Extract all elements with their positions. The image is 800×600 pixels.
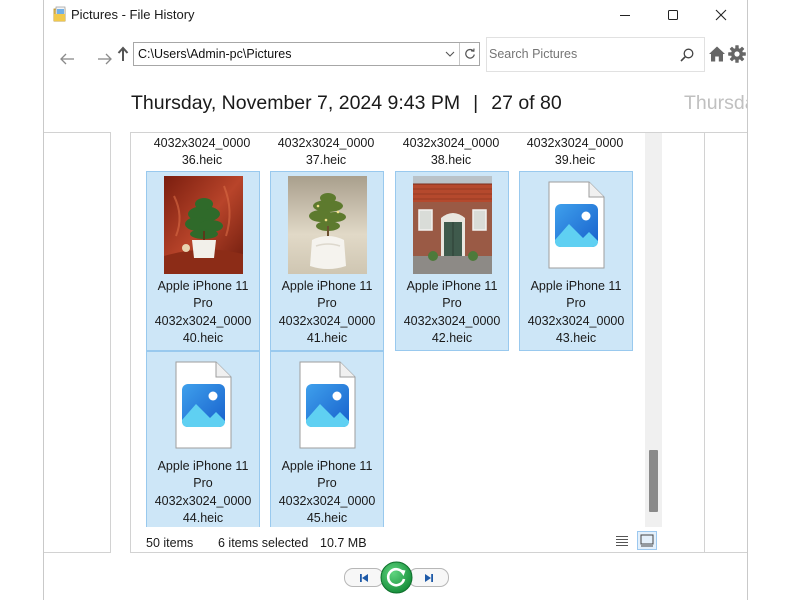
file-label: Apple iPhone 11 Pro 4032x3024_0000 40.heic (154, 279, 252, 345)
backup-date: Thursday, November 7, 2024 9:43 PM (131, 92, 461, 114)
file-tile-37[interactable]: 4032x3024_0000 37.heic (270, 133, 384, 171)
file-history-app-icon (53, 6, 66, 22)
file-label: Apple iPhone 11 Pro 4032x3024_0000 45.heic (278, 459, 376, 525)
address-history-dropdown[interactable] (442, 43, 458, 65)
image-file-icon (548, 181, 605, 269)
gear-icon[interactable] (727, 44, 747, 64)
next-backup-date-partial: Thursda (684, 92, 747, 114)
large-icons-view-icon (640, 534, 654, 547)
address-bar[interactable]: C:\Users\Admin-pc\Pictures (133, 42, 480, 66)
title-bar: Pictures - File History (44, 0, 747, 30)
file-history-window: Pictures - File History C:\Users\Admin-p… (43, 0, 748, 600)
up-folder-button[interactable] (115, 44, 131, 64)
maximize-button[interactable] (649, 0, 697, 30)
selected-count: 6 items selected (218, 536, 309, 550)
file-tile-42[interactable]: Apple iPhone 11 Pro 4032x3024_0000 42.heic (395, 171, 509, 351)
backup-position: 27 of 80 (491, 92, 562, 114)
house-photo-thumbnail (413, 176, 492, 274)
refresh-button[interactable] (459, 43, 480, 65)
file-tile-44[interactable]: Apple iPhone 11 Pro 4032x3024_0000 44.heic (146, 351, 260, 527)
file-tile-36[interactable]: 4032x3024_0000 36.heic (146, 133, 260, 171)
file-label: 4032x3024_0000 36.heic (153, 136, 251, 168)
file-label: Apple iPhone 11 Pro 4032x3024_0000 44.heic (154, 459, 252, 525)
previous-version-button[interactable] (344, 568, 384, 587)
skip-previous-icon (360, 573, 368, 582)
refresh-icon (465, 48, 475, 59)
arrow-up-icon (117, 46, 129, 61)
previous-backup-preview[interactable] (44, 132, 111, 553)
file-tile-39[interactable]: 4032x3024_0000 39.heic (519, 133, 633, 171)
file-tile-38[interactable]: 4032x3024_0000 38.heic (395, 133, 509, 171)
close-icon (715, 9, 727, 21)
item-count: 50 items (146, 536, 194, 550)
plant-photo-thumbnail (164, 176, 243, 274)
file-label: Apple iPhone 11 Pro 4032x3024_0000 43.heic (527, 279, 625, 345)
arrow-right-icon (98, 53, 112, 65)
minimize-icon (620, 15, 630, 16)
status-bar: 50 items 6 items selected 10.7 MB (131, 530, 704, 552)
maximize-icon (668, 10, 678, 20)
backup-date-heading: Thursday, November 7, 2024 9:43 PM | 27 of… (131, 92, 562, 115)
backup-file-panel: 4032x3024_0000 36.heic 4032x3024_0000 37.h… (130, 132, 705, 553)
file-tile-45[interactable]: Apple iPhone 11 Pro 4032x3024_0000 45.heic (270, 351, 384, 527)
details-view-icon[interactable] (614, 533, 630, 549)
file-tile-43[interactable]: Apple iPhone 11 Pro 4032x3024_0000 43.heic (519, 171, 633, 351)
scrollbar-thumb[interactable] (649, 450, 658, 512)
file-label: 4032x3024_0000 39.heic (526, 136, 624, 168)
minimize-button[interactable] (601, 0, 649, 30)
arrow-left-icon (60, 53, 74, 65)
image-file-icon (299, 361, 356, 449)
back-button[interactable] (56, 49, 78, 69)
file-label: Apple iPhone 11 Pro 4032x3024_0000 42.heic (403, 279, 501, 345)
address-path[interactable]: C:\Users\Admin-pc\Pictures (138, 47, 292, 61)
file-grid: 4032x3024_0000 36.heic 4032x3024_0000 37.h… (131, 133, 645, 527)
next-version-button[interactable] (408, 568, 449, 587)
heading-separator: | (473, 92, 479, 114)
large-icons-view-button[interactable] (637, 531, 657, 550)
file-label: 4032x3024_0000 38.heic (402, 136, 500, 168)
skip-next-icon (424, 573, 433, 582)
chevron-down-icon (445, 51, 455, 57)
file-label: Apple iPhone 11 Pro 4032x3024_0000 41.heic (278, 279, 376, 345)
file-label: 4032x3024_0000 37.heic (277, 136, 375, 168)
file-tile-40[interactable]: Apple iPhone 11 Pro 4032x3024_0000 40.heic (146, 171, 260, 351)
selected-size: 10.7 MB (320, 536, 367, 550)
image-file-icon (175, 361, 232, 449)
search-input[interactable] (489, 47, 669, 61)
restore-button[interactable] (380, 561, 413, 594)
home-icon[interactable] (708, 45, 726, 63)
window-title: Pictures - File History (71, 7, 195, 22)
search-icon[interactable] (679, 47, 695, 63)
forward-button[interactable] (94, 49, 116, 69)
plant-photo-thumbnail (288, 176, 367, 274)
search-box[interactable] (486, 37, 705, 72)
file-tile-41[interactable]: Apple iPhone 11 Pro 4032x3024_0000 41.heic (270, 171, 384, 351)
close-button[interactable] (697, 0, 745, 30)
